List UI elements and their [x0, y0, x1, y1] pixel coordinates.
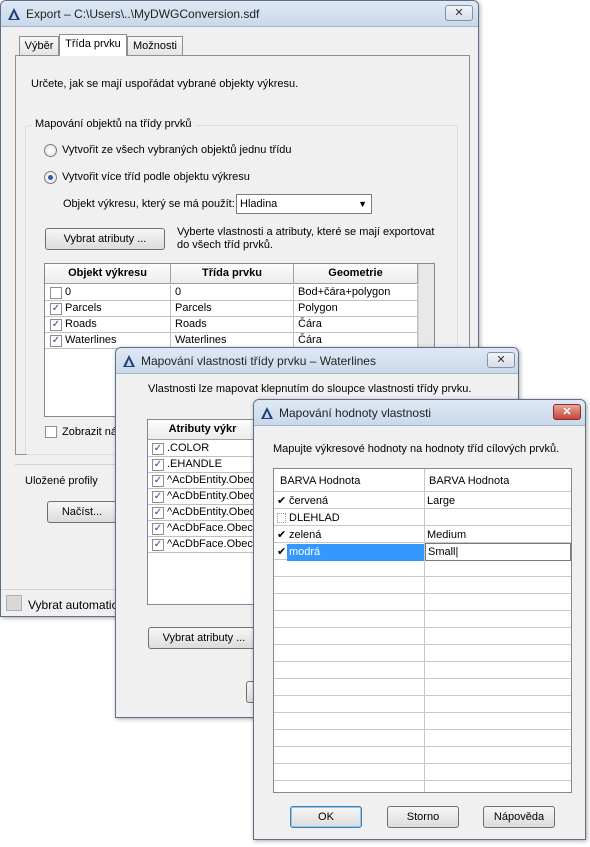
object-dropdown-value: Hladina — [240, 198, 278, 210]
cell-feature-class[interactable]: Roads — [171, 317, 294, 333]
cell-object: 0 — [45, 285, 171, 301]
show-names-checkbox[interactable] — [45, 426, 57, 438]
autocad-logo-icon — [123, 355, 135, 367]
radio-multi-label[interactable]: Vytvořit více tříd podle objektu výkresu — [62, 171, 250, 183]
object-label: Objekt výkresu, který se má použít: — [63, 198, 235, 210]
property-titlebar[interactable]: Mapování vlastnosti třídy prvku – Waterl… — [116, 348, 518, 374]
check-icon[interactable]: ✔ — [277, 545, 286, 558]
status-icon — [6, 595, 22, 611]
load-button-label: Načíst... — [61, 506, 103, 518]
target-value: Small — [428, 546, 456, 558]
load-button[interactable]: Načíst... — [47, 501, 117, 523]
chevron-down-icon: ▼ — [358, 199, 367, 209]
radio-single-label[interactable]: Vytvořit ze všech vybraných objektů jedn… — [62, 144, 292, 156]
object-dropdown[interactable]: Hladina ▼ — [236, 194, 372, 214]
tab-feature-class[interactable]: Třída prvku — [59, 34, 127, 56]
source-value: DLEHLAD — [289, 512, 340, 524]
autocad-logo-icon — [261, 407, 273, 419]
header-row: BARVA Hodnota BARVA Hodnota — [274, 469, 571, 492]
check-icon[interactable]: ✔ — [277, 494, 286, 507]
col-header-object[interactable]: Objekt výkresu — [45, 264, 171, 284]
attr-name: ^AcDbFace.Obec — [148, 521, 256, 537]
select-attrs-desc-1: Vyberte vlastnosti a atributy, které se … — [177, 226, 435, 238]
target-edit-box[interactable]: Small| — [425, 543, 571, 561]
autocad-logo-icon — [8, 8, 20, 20]
source-value: zelená — [289, 529, 322, 541]
cell-feature-class[interactable]: Parcels — [171, 301, 294, 317]
property-intro: Vlastnosti lze mapovat klepnutím do slou… — [148, 383, 472, 395]
value-intro: Mapujte výkresové hodnoty na hodnoty tří… — [273, 443, 560, 455]
help-button[interactable]: Nápověda — [483, 806, 555, 828]
mapping-group-title: Mapování objektů na třídy prvků — [32, 118, 195, 130]
col-header-source[interactable]: BARVA Hodnota — [280, 475, 360, 487]
col-header-geometry[interactable]: Geometrie — [294, 264, 418, 284]
attr-name: ^AcDbEntity.Obec — [148, 505, 256, 521]
cell-feature-class[interactable]: 0 — [171, 285, 294, 301]
ok-button[interactable]: OK — [290, 806, 362, 828]
cell-object: Parcels — [45, 301, 171, 317]
col-header-attributes[interactable]: Atributy výkr — [148, 420, 256, 440]
cell-geometry: Bod+čára+polygon — [294, 285, 418, 301]
attr-name: .EHANDLE — [148, 457, 256, 473]
radio-single-class[interactable] — [44, 144, 57, 157]
select-attrs-desc-2: do všech tříd prvků. — [177, 239, 273, 251]
target-value[interactable]: Large — [427, 495, 455, 507]
attr-name: ^AcDbEntity.Obec — [148, 489, 256, 505]
tab-selection[interactable]: Výběr — [19, 36, 59, 56]
radio-multi-class[interactable] — [44, 171, 57, 184]
property-title: Mapování vlastnosti třídy prvku – Waterl… — [141, 354, 376, 368]
unchecked-box[interactable] — [277, 513, 286, 523]
source-value: červená — [289, 495, 329, 507]
selected-source-cell[interactable]: modrá — [287, 544, 424, 561]
cell-geometry: Polygon — [294, 301, 418, 317]
attr-name: ^AcDbFace.Obec — [148, 537, 256, 553]
target-value[interactable]: Medium — [427, 529, 466, 541]
export-intro: Určete, jak se mají uspořádat vybrané ob… — [31, 78, 299, 90]
check-icon[interactable]: ✔ — [277, 528, 286, 541]
close-button[interactable]: ✕ — [553, 404, 581, 420]
export-title: Export – C:\Users\..\MyDWGConversion.sdf — [26, 7, 260, 21]
close-button[interactable]: ✕ — [445, 5, 473, 21]
value-titlebar[interactable]: Mapování hodnoty vlastnosti ✕ — [254, 400, 585, 426]
col-header-target[interactable]: BARVA Hodnota — [429, 475, 509, 487]
col-header-feature-class[interactable]: Třída prvku — [171, 264, 294, 284]
attr-name: .COLOR — [148, 441, 256, 457]
saved-profiles-label: Uložené profily — [25, 475, 98, 487]
value-mapping-table[interactable]: BARVA Hodnota BARVA Hodnota ✔ červená La… — [273, 468, 572, 793]
cancel-button[interactable]: Storno — [387, 806, 459, 828]
select-attributes-button[interactable]: Vybrat atributy ... — [148, 627, 260, 649]
status-text: Vybrat automatic — [28, 598, 118, 612]
attributes-table[interactable]: Atributy výkr ✓ .COLOR ✓ .EHANDLE ✓ ^AcD… — [147, 419, 257, 605]
value-title: Mapování hodnoty vlastnosti — [279, 406, 432, 420]
header-divider — [424, 469, 425, 492]
show-names-label[interactable]: Zobrazit náz — [62, 426, 123, 438]
select-attributes-button[interactable]: Vybrat atributy ... — [45, 228, 165, 250]
tab-options[interactable]: Možnosti — [127, 36, 183, 56]
cell-object: Roads — [45, 317, 171, 333]
source-value: modrá — [289, 546, 321, 558]
export-titlebar[interactable]: Export – C:\Users\..\MyDWGConversion.sdf… — [1, 1, 478, 27]
value-mapping-dialog: Mapování hodnoty vlastnosti ✕ Mapujte vý… — [253, 399, 586, 840]
attr-name: ^AcDbEntity.Obec — [148, 473, 256, 489]
text-cursor: | — [455, 546, 459, 558]
close-button[interactable]: ✕ — [487, 352, 515, 368]
cell-geometry: Čára — [294, 317, 418, 333]
